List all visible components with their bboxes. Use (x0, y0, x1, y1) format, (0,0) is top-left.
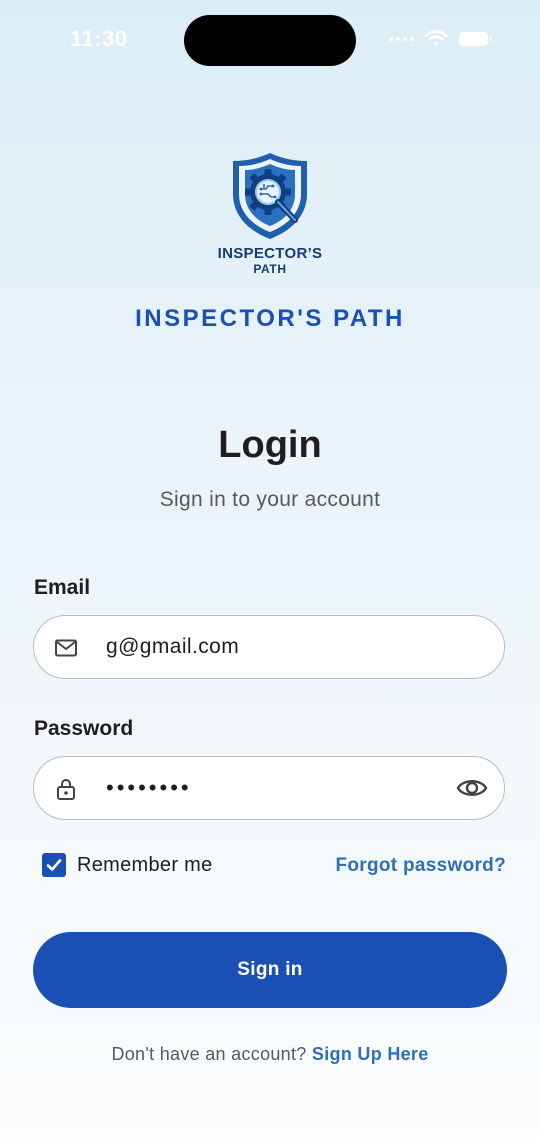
page-title: Login (218, 424, 322, 466)
eye-icon[interactable] (456, 774, 488, 802)
remember-me-checkbox[interactable]: Remember me (42, 853, 213, 877)
email-field[interactable]: g@gmail.com (33, 615, 505, 679)
status-bar: 11:30 (0, 0, 540, 80)
battery-icon (459, 32, 492, 46)
status-icons (389, 30, 494, 48)
password-value[interactable]: •••••••• (106, 757, 192, 819)
sign-in-button[interactable]: Sign in (33, 932, 507, 1008)
lock-icon (57, 779, 75, 800)
checkbox-checked[interactable] (42, 853, 66, 877)
app-logo (0, 150, 540, 242)
sign-up-link[interactable]: Sign Up Here (312, 1044, 429, 1064)
checkmark-icon (46, 859, 62, 871)
password-label: Password (34, 717, 134, 740)
brand-title: INSPECTOR'S PATH (135, 305, 405, 332)
logo-text-line2: PATH (253, 262, 287, 276)
forgot-password-link[interactable]: Forgot password? (335, 855, 506, 877)
signup-row: Don't have an account? Sign Up Here (0, 1044, 540, 1065)
email-label: Email (34, 576, 91, 599)
email-value[interactable]: g@gmail.com (106, 616, 239, 678)
wifi-icon (424, 30, 448, 47)
remember-me-label: Remember me (77, 853, 213, 876)
logo-text-line1: INSPECTOR’S (217, 245, 323, 262)
mail-icon (55, 639, 77, 657)
cellular-signal-icon (389, 37, 414, 41)
status-time: 11:30 (70, 26, 128, 51)
signup-prompt: Don't have an account? (111, 1044, 307, 1064)
dynamic-island (184, 15, 356, 66)
page-subtitle: Sign in to your account (159, 488, 381, 511)
password-field[interactable]: •••••••• (33, 756, 505, 820)
shield-gear-magnifier-logo-icon (233, 153, 307, 239)
